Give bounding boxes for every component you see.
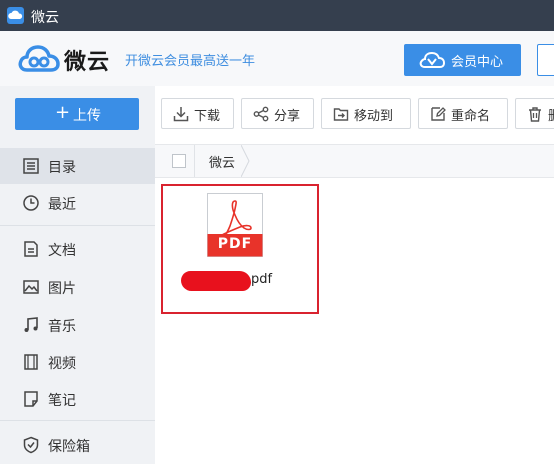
file-item[interactable]: PDF pdf (161, 184, 319, 314)
sidebar-item-safe-box[interactable]: 保险箱 (0, 427, 155, 463)
vip-promo-link[interactable]: 开微云会员最高送一年 (125, 50, 255, 69)
file-grid: PDF pdf (155, 178, 554, 464)
sidebar: + 上传 目录 最近 文档 图片 音乐 视频 笔记 保险箱 (0, 86, 156, 464)
sidebar-item-label: 保险箱 (48, 439, 90, 455)
cloud-logo-icon (18, 45, 60, 72)
app-header: 微云 开微云会员最高送一年 会员中心 (0, 31, 554, 87)
upload-button[interactable]: + 上传 (15, 98, 139, 130)
breadcrumb-arrow-icon (241, 145, 250, 177)
video-icon (24, 354, 38, 370)
file-toolbar: 下载 分享 移动到 重命名 删 (155, 86, 554, 144)
music-icon (24, 317, 38, 332)
sidebar-item-documents[interactable]: 文档 (0, 231, 155, 267)
weiyun-app-icon (7, 7, 24, 24)
rename-button[interactable]: 重命名 (418, 98, 508, 129)
list-icon (23, 158, 39, 174)
sidebar-item-label: 目录 (48, 160, 76, 176)
select-all-checkbox[interactable] (172, 154, 186, 168)
breadcrumb-root[interactable]: 微云 (195, 145, 251, 177)
vip-center-button[interactable]: 会员中心 (404, 44, 521, 76)
sidebar-item-label: 笔记 (48, 393, 76, 409)
plus-icon: + (55, 102, 71, 123)
sidebar-item-label: 音乐 (48, 319, 76, 335)
header-extra-button[interactable] (537, 44, 554, 76)
sidebar-item-label: 图片 (48, 281, 76, 297)
share-button[interactable]: 分享 (241, 98, 314, 129)
note-icon (24, 391, 38, 407)
sidebar-item-recent[interactable]: 最近 (0, 185, 155, 221)
sidebar-item-music[interactable]: 音乐 (0, 307, 155, 343)
sidebar-item-images[interactable]: 图片 (0, 269, 155, 305)
move-to-label: 移动到 (354, 109, 394, 124)
file-name: pdf (181, 269, 311, 291)
sidebar-item-label: 文档 (48, 243, 76, 259)
image-icon (23, 280, 39, 294)
logo-text: 微云 (64, 50, 111, 75)
upload-label: 上传 (73, 108, 101, 124)
window-title: 微云 (31, 10, 59, 26)
breadcrumb-root-label: 微云 (209, 156, 236, 171)
trash-icon (529, 107, 541, 122)
delete-label: 删 (548, 105, 554, 124)
file-extension-text: pdf (251, 272, 273, 287)
breadcrumb: 微云 (155, 144, 554, 178)
rename-label: 重命名 (451, 109, 491, 124)
title-bar: 微云 (0, 0, 554, 31)
sidebar-item-label: 视频 (48, 356, 76, 372)
sidebar-item-notes[interactable]: 笔记 (0, 381, 155, 417)
sidebar-item-label: 最近 (48, 197, 76, 213)
clock-icon (23, 195, 39, 211)
download-icon (173, 107, 189, 122)
vip-cloud-icon (419, 52, 445, 68)
sidebar-divider (0, 225, 155, 226)
download-label: 下载 (194, 109, 221, 124)
move-folder-icon (333, 108, 349, 121)
document-icon (24, 241, 38, 257)
sidebar-item-directory[interactable]: 目录 (0, 148, 155, 184)
share-icon (253, 106, 269, 122)
download-button[interactable]: 下载 (161, 98, 234, 129)
move-to-button[interactable]: 移动到 (321, 98, 411, 129)
vip-center-label: 会员中心 (451, 55, 504, 70)
pdf-badge: PDF (217, 236, 253, 252)
sidebar-item-video[interactable]: 视频 (0, 344, 155, 380)
sidebar-divider (0, 420, 155, 421)
redaction-mark (181, 271, 251, 291)
edit-icon (431, 107, 446, 121)
delete-button[interactable]: 删 (515, 98, 554, 129)
shield-icon (23, 436, 39, 454)
share-label: 分享 (274, 109, 301, 124)
